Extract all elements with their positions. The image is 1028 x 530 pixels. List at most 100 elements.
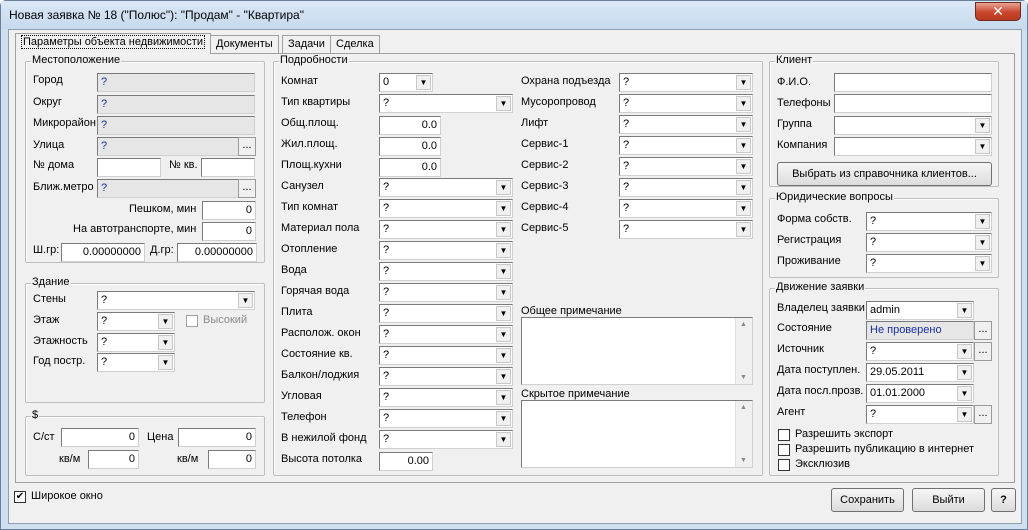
general-note-textarea[interactable]: ▲ ▼	[521, 317, 753, 385]
chevron-down-icon[interactable]: ▼	[496, 264, 511, 279]
chevron-down-icon[interactable]: ▼	[957, 407, 972, 422]
living-area-field[interactable]: 0.0	[379, 137, 441, 156]
service-select[interactable]: ? ▼	[619, 157, 753, 176]
chevron-down-icon[interactable]: ▼	[736, 222, 751, 237]
city-field[interactable]: ?	[97, 73, 255, 92]
service-select[interactable]: ? ▼	[619, 94, 753, 113]
detail-select[interactable]: ? ▼	[379, 367, 513, 386]
save-button[interactable]: Сохранить	[831, 488, 904, 512]
chevron-down-icon[interactable]: ▼	[496, 327, 511, 342]
allow-export-checkbox[interactable]	[778, 429, 790, 441]
tab-object-params[interactable]: Параметры объекта недвижимости	[15, 33, 211, 54]
chevron-down-icon[interactable]: ▼	[736, 117, 751, 132]
chevron-down-icon[interactable]: ▼	[736, 138, 751, 153]
detail-select[interactable]: ? ▼	[379, 178, 513, 197]
chevron-down-icon[interactable]: ▼	[736, 201, 751, 216]
service-select[interactable]: ? ▼	[619, 115, 753, 134]
tab-documents[interactable]: Документы	[210, 35, 279, 53]
scroll-down-icon[interactable]: ▼	[740, 457, 747, 464]
service-select[interactable]: ? ▼	[619, 199, 753, 218]
price-field[interactable]: 0	[178, 428, 256, 447]
detail-select[interactable]: ? ▼	[379, 262, 513, 281]
detail-select[interactable]: ? ▼	[379, 430, 513, 449]
chevron-down-icon[interactable]: ▼	[975, 118, 990, 133]
chevron-down-icon[interactable]: ▼	[496, 243, 511, 258]
chevron-down-icon[interactable]: ▼	[736, 180, 751, 195]
chevron-down-icon[interactable]: ▼	[158, 335, 173, 350]
detail-select[interactable]: ? ▼	[379, 409, 513, 428]
received-date-picker[interactable]: 29.05.2011 ▼	[866, 363, 974, 382]
chevron-down-icon[interactable]: ▼	[736, 96, 751, 111]
metro-field[interactable]: ?	[97, 179, 239, 198]
ownership-select[interactable]: ? ▼	[866, 212, 992, 231]
state-field[interactable]: Не проверено	[866, 321, 974, 340]
apt-field[interactable]	[201, 158, 255, 177]
scroll-up-icon[interactable]: ▲	[740, 321, 747, 328]
chevron-down-icon[interactable]: ▼	[975, 139, 990, 154]
district-field[interactable]: ?	[97, 95, 255, 114]
help-button[interactable]: ?	[991, 488, 1016, 512]
scroll-down-icon[interactable]: ▼	[740, 374, 747, 381]
floors-select[interactable]: ? ▼	[97, 333, 175, 352]
kitchen-area-field[interactable]: 0.0	[379, 158, 441, 177]
chevron-down-icon[interactable]: ▼	[496, 285, 511, 300]
detail-select[interactable]: ? ▼	[379, 325, 513, 344]
source-select[interactable]: ? ▼	[866, 342, 974, 361]
wide-window-checkbox[interactable]: ✔	[14, 491, 26, 503]
service-select[interactable]: ? ▼	[619, 220, 753, 239]
chevron-down-icon[interactable]: ▼	[957, 365, 972, 380]
tab-tasks[interactable]: Задачи	[282, 35, 331, 53]
cost-sqm-field[interactable]: 0	[88, 450, 139, 469]
ceiling-height-field[interactable]: 0.00	[379, 452, 433, 471]
price-sqm-field[interactable]: 0	[208, 450, 256, 469]
scrollbar[interactable]: ▲ ▼	[735, 318, 752, 384]
chevron-down-icon[interactable]: ▼	[496, 180, 511, 195]
owner-select[interactable]: admin ▼	[866, 301, 974, 320]
residence-select[interactable]: ? ▼	[866, 254, 992, 273]
client-company-select[interactable]: ▼	[834, 137, 992, 156]
chevron-down-icon[interactable]: ▼	[496, 201, 511, 216]
detail-select[interactable]: ? ▼	[379, 346, 513, 365]
chevron-down-icon[interactable]: ▼	[496, 432, 511, 447]
service-select[interactable]: ? ▼	[619, 73, 753, 92]
exit-button[interactable]: Выйти	[912, 488, 985, 512]
walk-minutes-field[interactable]: 0	[202, 201, 256, 220]
client-phones-field[interactable]	[834, 94, 992, 113]
agent-select[interactable]: ? ▼	[866, 405, 974, 424]
agent-pick-button[interactable]: ...	[974, 405, 992, 424]
close-button[interactable]: ✕	[975, 2, 1021, 21]
street-field[interactable]: ?	[97, 137, 239, 156]
transport-minutes-field[interactable]: 0	[202, 222, 256, 241]
longitude-field[interactable]: 0.00000000	[177, 243, 257, 262]
chevron-down-icon[interactable]: ▼	[496, 306, 511, 321]
chevron-down-icon[interactable]: ▼	[496, 348, 511, 363]
chevron-down-icon[interactable]: ▼	[238, 293, 253, 308]
registration-select[interactable]: ? ▼	[866, 233, 992, 252]
chevron-down-icon[interactable]: ▼	[736, 75, 751, 90]
pick-client-button[interactable]: Выбрать из справочника клиентов...	[777, 162, 992, 186]
tab-deal[interactable]: Сделка	[330, 35, 380, 53]
floor-select[interactable]: ? ▼	[97, 312, 175, 331]
chevron-down-icon[interactable]: ▼	[496, 411, 511, 426]
exclusive-checkbox[interactable]	[778, 459, 790, 471]
chevron-down-icon[interactable]: ▼	[975, 256, 990, 271]
chevron-down-icon[interactable]: ▼	[496, 390, 511, 405]
detail-select[interactable]: ? ▼	[379, 304, 513, 323]
latitude-field[interactable]: 0.00000000	[61, 243, 145, 262]
street-pick-button[interactable]: ...	[238, 137, 256, 156]
detail-select[interactable]: ? ▼	[379, 241, 513, 260]
cost-field[interactable]: 0	[61, 428, 139, 447]
client-name-field[interactable]	[834, 73, 992, 92]
chevron-down-icon[interactable]: ▼	[158, 314, 173, 329]
title-bar[interactable]: Новая заявка № 18 ("Полюс"): "Продам" - …	[1, 1, 1027, 29]
apt-type-select[interactable]: ? ▼	[379, 94, 513, 113]
high-building-checkbox[interactable]	[186, 315, 198, 327]
chevron-down-icon[interactable]: ▼	[496, 96, 511, 111]
scrollbar[interactable]: ▲ ▼	[735, 401, 752, 467]
source-pick-button[interactable]: ...	[974, 342, 992, 361]
rooms-select[interactable]: 0 ▼	[379, 73, 433, 92]
chevron-down-icon[interactable]: ▼	[416, 75, 431, 90]
service-select[interactable]: ? ▼	[619, 178, 753, 197]
state-pick-button[interactable]: ...	[974, 321, 992, 340]
detail-select[interactable]: ? ▼	[379, 283, 513, 302]
